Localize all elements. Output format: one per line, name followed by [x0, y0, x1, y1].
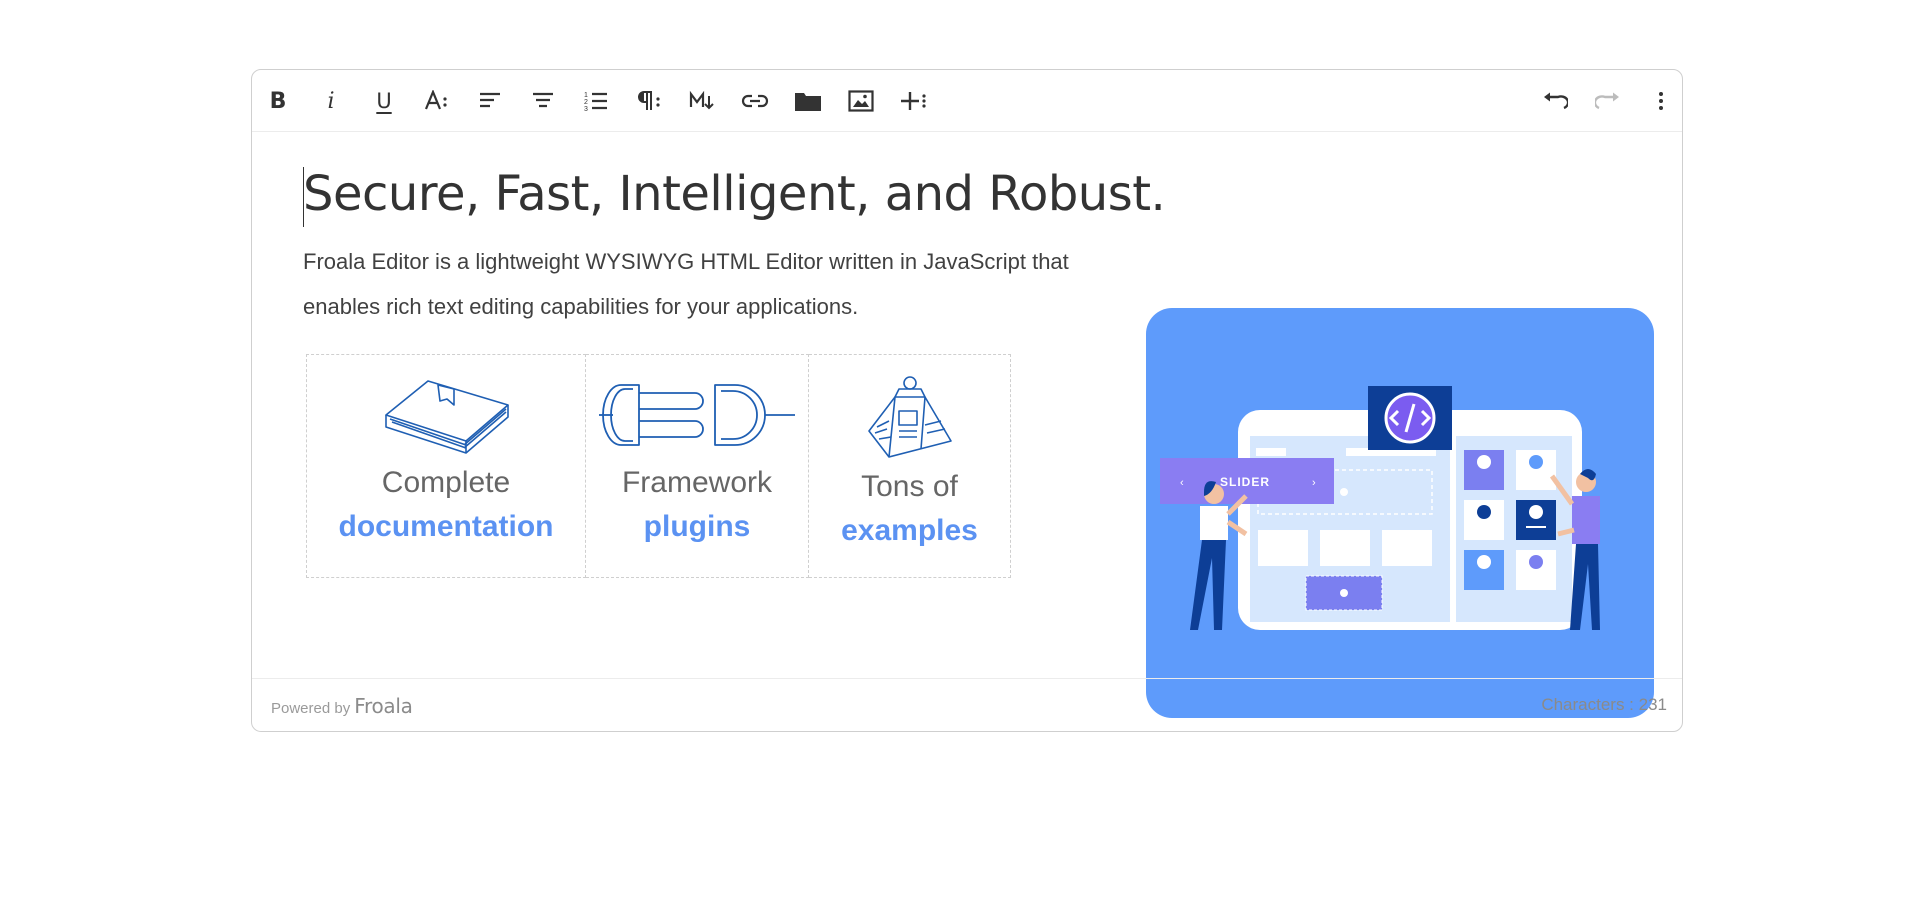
plug-icon [599, 384, 795, 446]
underline-button[interactable]: U [366, 84, 402, 118]
svg-text:2: 2 [584, 99, 588, 106]
redo-button[interactable] [1590, 84, 1626, 118]
file-manager-button[interactable] [790, 84, 826, 118]
svg-text:›: › [1312, 477, 1316, 489]
slider-label: SLIDER [1220, 475, 1270, 489]
examples-link[interactable]: examples [809, 514, 1010, 548]
image-icon [848, 90, 874, 112]
content-heading: Secure, Fast, Intelligent, and Robust. [303, 166, 1166, 222]
feature-cell-documentation: Complete documentation [306, 354, 586, 578]
insert-link-button[interactable] [737, 84, 773, 118]
more-insert-icon [901, 92, 926, 110]
powered-by[interactable]: Powered by Froala [271, 694, 413, 718]
editor-footer: Powered by Froala Characters : 231 [252, 678, 1682, 731]
undo-icon [1544, 92, 1568, 110]
feature-label-framework: Framework [621, 466, 772, 499]
more-insert-button[interactable] [896, 84, 932, 118]
folder-icon [795, 93, 821, 111]
more-options-button[interactable] [1643, 84, 1679, 118]
undo-button[interactable] [1537, 84, 1573, 118]
insert-image-button[interactable] [843, 84, 879, 118]
ordered-list-button[interactable]: 123 [578, 84, 614, 118]
editor-content-area[interactable]: Secure, Fast, Intelligent, and Robust. F… [252, 132, 1682, 718]
italic-icon: i [327, 88, 335, 114]
plugins-link[interactable]: plugins [586, 510, 808, 544]
align-center-icon [533, 92, 553, 108]
hero-illustration: ‹ SLIDER › [1146, 308, 1654, 718]
align-left-button[interactable] [472, 84, 508, 118]
newspaper-weight-icon [867, 376, 952, 458]
bold-button[interactable]: B [260, 84, 296, 118]
book-icon [385, 380, 509, 454]
content-paragraph: Froala Editor is a lightweight WYSIWYG H… [303, 249, 1069, 319]
character-counter: Characters : 231 [1541, 695, 1667, 714]
feature-label-complete: Complete [381, 466, 511, 499]
text-format-icon [424, 90, 447, 110]
froala-editor: B i U 123 Secure, Fast, Intelligent, and… [251, 69, 1683, 732]
documentation-link[interactable]: documentation [307, 510, 585, 544]
powered-by-text: Powered by [271, 700, 351, 717]
svg-text:3: 3 [584, 106, 588, 112]
feature-cell-examples: Tons of examples [808, 354, 1011, 578]
redo-icon [1595, 92, 1619, 110]
align-left-icon [480, 92, 500, 108]
web-builder-illustration: ‹ SLIDER › [1160, 386, 1600, 630]
underline-icon: U [376, 89, 392, 113]
text-format-button[interactable] [419, 84, 455, 118]
markdown-icon [689, 90, 714, 110]
svg-text:1: 1 [584, 92, 588, 99]
froala-logo: Froala [354, 694, 413, 718]
paragraph-format-icon [638, 91, 660, 110]
features-table: Complete documentation Framework plugins… [306, 354, 1011, 578]
markdown-button[interactable] [684, 84, 720, 118]
text-caret [303, 167, 304, 227]
bold-icon: B [269, 88, 287, 114]
svg-text:‹: ‹ [1180, 477, 1184, 489]
feature-cell-plugins: Framework plugins [585, 354, 809, 578]
ordered-list-icon: 123 [584, 92, 607, 112]
more-vertical-icon [1659, 92, 1663, 110]
align-center-button[interactable] [525, 84, 561, 118]
editor-toolbar: B i U 123 [252, 70, 1682, 132]
paragraph-format-button[interactable] [631, 84, 667, 118]
link-icon [741, 94, 769, 108]
italic-button[interactable]: i [313, 84, 349, 118]
feature-label-tons-of: Tons of [861, 470, 958, 503]
